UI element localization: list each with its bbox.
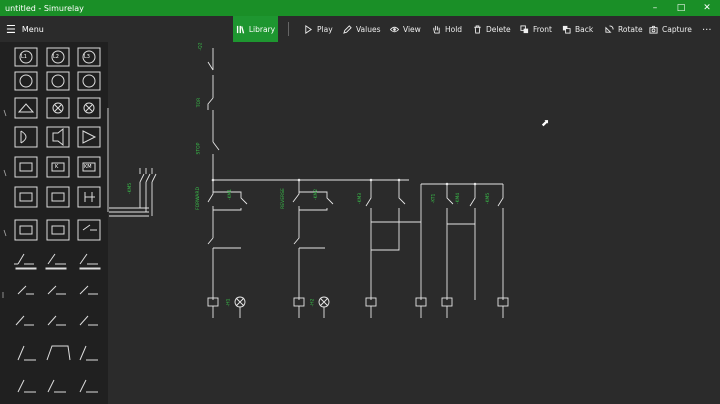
more-button[interactable]: ... — [702, 14, 712, 40]
library-button[interactable]: Library — [233, 16, 278, 42]
play-label: Play — [317, 24, 333, 34]
ladder-diagram — [109, 48, 509, 318]
schematic-canvas[interactable]: -Q2 TOR STOP FORWARD REVERSE -KM1 -KM2 -… — [109, 42, 720, 404]
label-km1: -KM1 — [228, 188, 234, 201]
bring-front-icon — [520, 24, 529, 33]
palette-l1[interactable]: L1 — [21, 54, 27, 60]
menu-label: Menu — [21, 24, 44, 34]
palette-l2[interactable]: L2 — [53, 54, 59, 60]
label-km5-left: -KM5 — [128, 182, 134, 195]
values-label: Values — [356, 24, 381, 34]
component-palette: L1 L2 L3 K KM — [0, 42, 108, 404]
menu-button[interactable]: ☰ Menu — [6, 16, 44, 42]
window-title: untitled - Simurelay — [5, 3, 84, 13]
toolbar-separator — [288, 22, 289, 36]
hold-button[interactable]: Hold — [432, 16, 462, 42]
pencil-icon — [343, 24, 352, 34]
trash-icon — [474, 24, 481, 34]
label-km4: -KM4 — [456, 192, 462, 205]
play-button[interactable]: Play — [304, 16, 333, 42]
label-forward: FORWARD — [195, 187, 201, 210]
hamburger-icon: ☰ — [6, 22, 16, 36]
view-button[interactable]: View — [390, 16, 421, 42]
rotate-label: Rotate — [618, 24, 643, 34]
mouse-cursor: ⬈ — [541, 118, 550, 129]
back-button[interactable]: Back — [562, 16, 593, 42]
label-km2: -KM2 — [314, 188, 320, 201]
play-icon — [305, 24, 313, 34]
capture-button[interactable]: Capture — [649, 16, 692, 42]
library-icon — [236, 25, 245, 34]
rotate-icon — [605, 24, 614, 33]
palette-l3[interactable]: L3 — [84, 54, 90, 60]
camera-icon — [649, 25, 658, 34]
eye-icon — [390, 26, 399, 32]
back-label: Back — [575, 24, 594, 34]
label-h2: -H2 — [310, 298, 316, 307]
label-stop: STOP — [196, 142, 202, 155]
rotate-button[interactable]: Rotate — [605, 16, 643, 42]
hold-label: Hold — [445, 24, 463, 34]
palette-timer-label[interactable]: K — [55, 164, 58, 170]
send-back-icon — [562, 25, 571, 34]
front-button[interactable]: Front — [520, 16, 552, 42]
label-q2: -Q2 — [198, 42, 204, 51]
hand-icon — [433, 25, 440, 34]
label-km5: -KM5 — [486, 192, 492, 205]
library-label: Library — [248, 24, 276, 34]
values-button[interactable]: Values — [343, 16, 381, 42]
delete-button[interactable]: Delete — [473, 16, 511, 42]
label-km3: -KM3 — [358, 192, 364, 205]
label-tor: TOR — [197, 97, 203, 108]
view-label: View — [403, 24, 421, 34]
minimize-icon[interactable]: – — [642, 0, 668, 16]
palette-graphics — [2, 47, 101, 393]
label-kt1: -KT1 — [431, 193, 437, 204]
label-reverse: REVERSE — [280, 188, 286, 209]
palette-km-label[interactable]: KM — [84, 164, 92, 170]
label-h1: -H1 — [226, 298, 232, 307]
front-label: Front — [533, 24, 552, 34]
capture-label: Capture — [662, 24, 692, 34]
maximize-icon[interactable]: □ — [668, 0, 694, 16]
title-bar: untitled - Simurelay — [0, 0, 720, 16]
delete-label: Delete — [486, 24, 511, 34]
